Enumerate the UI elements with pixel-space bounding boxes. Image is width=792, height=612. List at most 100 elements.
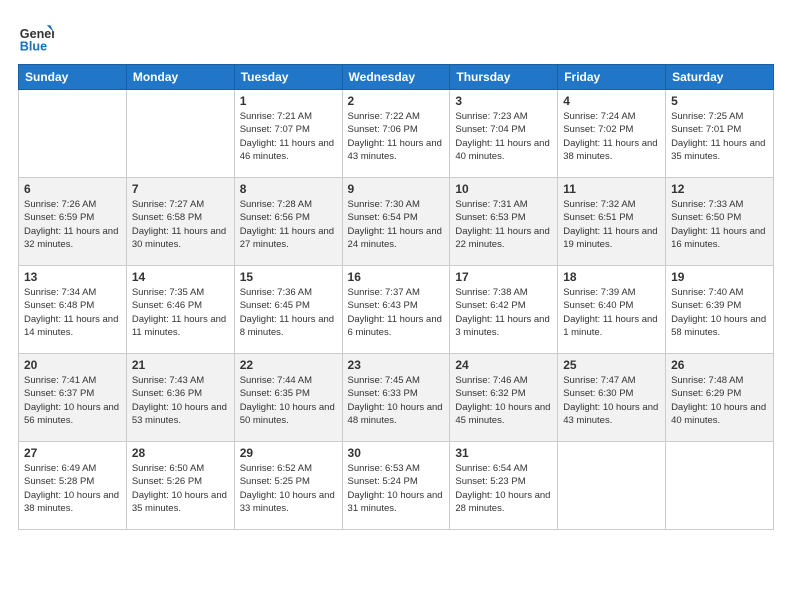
week-row-4: 20 Sunrise: 7:41 AM Sunset: 6:37 PM Dayli… [19, 354, 774, 442]
day-number: 10 [455, 182, 552, 196]
day-number: 6 [24, 182, 121, 196]
calendar-cell: 27Sunrise: 6:49 AM Sunset: 5:28 PM Dayli… [19, 442, 127, 530]
day-header-saturday: Saturday [666, 65, 774, 90]
week-row-2: 6Sunrise: 7:26 AM Sunset: 6:59 PM Daylig… [19, 178, 774, 266]
day-info: Sunrise: 7:27 AM Sunset: 6:58 PM Dayligh… [132, 198, 229, 251]
day-info: Sunrise: 6:49 AM Sunset: 5:28 PM Dayligh… [24, 462, 121, 515]
day-info: Sunrise: 7:45 AM Sunset: 6:33 PM Dayligh… [348, 374, 445, 427]
calendar-cell: 30 Sunrise: 6:53 AM Sunset: 5:24 PM Dayli… [342, 442, 450, 530]
day-number: 14 [132, 270, 229, 284]
day-number: 28 [132, 446, 229, 460]
page: General Blue SundayMondayTuesdayWednesda… [0, 0, 792, 612]
calendar-cell: 24 Sunrise: 7:46 AM Sunset: 6:32 PM Dayli… [450, 354, 558, 442]
day-number: 20 [24, 358, 121, 372]
calendar-cell: 26 Sunrise: 7:48 AM Sunset: 6:29 PM Dayli… [666, 354, 774, 442]
day-number: 31 [455, 446, 552, 460]
day-number: 26 [671, 358, 768, 372]
calendar-cell: 22Sunrise: 7:44 AM Sunset: 6:35 PM Dayli… [234, 354, 342, 442]
day-number: 16 [348, 270, 445, 284]
day-info: Sunrise: 7:41 AM Sunset: 6:37 PM Dayligh… [24, 374, 121, 427]
header: General Blue [18, 18, 774, 54]
day-info: Sunrise: 7:47 AM Sunset: 6:30 PM Dayligh… [563, 374, 660, 427]
day-number: 8 [240, 182, 337, 196]
calendar-cell: 17 Sunrise: 7:38 AM Sunset: 6:42 PM Dayli… [450, 266, 558, 354]
day-number: 19 [671, 270, 768, 284]
day-info: Sunrise: 7:48 AM Sunset: 6:29 PM Dayligh… [671, 374, 768, 427]
logo: General Blue [18, 18, 58, 54]
day-info: Sunrise: 7:39 AM Sunset: 6:40 PM Dayligh… [563, 286, 660, 339]
day-header-sunday: Sunday [19, 65, 127, 90]
calendar-cell: 29 Sunrise: 6:52 AM Sunset: 5:25 PM Dayli… [234, 442, 342, 530]
day-header-monday: Monday [126, 65, 234, 90]
day-info: Sunrise: 6:53 AM Sunset: 5:24 PM Dayligh… [348, 462, 445, 515]
day-info: Sunrise: 7:31 AM Sunset: 6:53 PM Dayligh… [455, 198, 552, 251]
day-number: 21 [132, 358, 229, 372]
day-info: Sunrise: 7:46 AM Sunset: 6:32 PM Dayligh… [455, 374, 552, 427]
day-number: 2 [348, 94, 445, 108]
day-info: Sunrise: 6:52 AM Sunset: 5:25 PM Dayligh… [240, 462, 337, 515]
calendar-cell: 5 Sunrise: 7:25 AM Sunset: 7:01 PM Daylig… [666, 90, 774, 178]
day-info: Sunrise: 7:25 AM Sunset: 7:01 PM Dayligh… [671, 110, 768, 163]
calendar-cell [19, 90, 127, 178]
day-info: Sunrise: 7:34 AM Sunset: 6:48 PM Dayligh… [24, 286, 121, 339]
day-info: Sunrise: 7:37 AM Sunset: 6:43 PM Dayligh… [348, 286, 445, 339]
day-header-tuesday: Tuesday [234, 65, 342, 90]
calendar-cell: 8Sunrise: 7:28 AM Sunset: 6:56 PM Daylig… [234, 178, 342, 266]
day-number: 17 [455, 270, 552, 284]
day-info: Sunrise: 6:50 AM Sunset: 5:26 PM Dayligh… [132, 462, 229, 515]
day-header-wednesday: Wednesday [342, 65, 450, 90]
day-number: 30 [348, 446, 445, 460]
day-number: 3 [455, 94, 552, 108]
day-info: Sunrise: 7:38 AM Sunset: 6:42 PM Dayligh… [455, 286, 552, 339]
day-info: Sunrise: 7:23 AM Sunset: 7:04 PM Dayligh… [455, 110, 552, 163]
day-number: 11 [563, 182, 660, 196]
calendar-cell: 21Sunrise: 7:43 AM Sunset: 6:36 PM Dayli… [126, 354, 234, 442]
day-number: 9 [348, 182, 445, 196]
day-number: 29 [240, 446, 337, 460]
day-header-friday: Friday [558, 65, 666, 90]
week-row-3: 13Sunrise: 7:34 AM Sunset: 6:48 PM Dayli… [19, 266, 774, 354]
day-info: Sunrise: 7:44 AM Sunset: 6:35 PM Dayligh… [240, 374, 337, 427]
day-info: Sunrise: 7:32 AM Sunset: 6:51 PM Dayligh… [563, 198, 660, 251]
calendar-cell [666, 442, 774, 530]
day-info: Sunrise: 7:30 AM Sunset: 6:54 PM Dayligh… [348, 198, 445, 251]
calendar-cell [558, 442, 666, 530]
calendar-cell: 16 Sunrise: 7:37 AM Sunset: 6:43 PM Dayli… [342, 266, 450, 354]
day-info: Sunrise: 7:40 AM Sunset: 6:39 PM Dayligh… [671, 286, 768, 339]
calendar-cell: 31 Sunrise: 6:54 AM Sunset: 5:23 PM Dayli… [450, 442, 558, 530]
week-row-1: 1Sunrise: 7:21 AM Sunset: 7:07 PM Daylig… [19, 90, 774, 178]
day-number: 4 [563, 94, 660, 108]
day-number: 15 [240, 270, 337, 284]
header-row: SundayMondayTuesdayWednesdayThursdayFrid… [19, 65, 774, 90]
calendar-cell: 1Sunrise: 7:21 AM Sunset: 7:07 PM Daylig… [234, 90, 342, 178]
svg-text:Blue: Blue [20, 39, 47, 53]
calendar-cell: 25 Sunrise: 7:47 AM Sunset: 6:30 PM Dayli… [558, 354, 666, 442]
day-info: Sunrise: 7:24 AM Sunset: 7:02 PM Dayligh… [563, 110, 660, 163]
calendar-cell: 9 Sunrise: 7:30 AM Sunset: 6:54 PM Daylig… [342, 178, 450, 266]
calendar-cell: 3 Sunrise: 7:23 AM Sunset: 7:04 PM Daylig… [450, 90, 558, 178]
day-info: Sunrise: 7:36 AM Sunset: 6:45 PM Dayligh… [240, 286, 337, 339]
day-info: Sunrise: 7:33 AM Sunset: 6:50 PM Dayligh… [671, 198, 768, 251]
calendar-cell: 18 Sunrise: 7:39 AM Sunset: 6:40 PM Dayli… [558, 266, 666, 354]
calendar-cell: 13Sunrise: 7:34 AM Sunset: 6:48 PM Dayli… [19, 266, 127, 354]
day-number: 1 [240, 94, 337, 108]
day-number: 12 [671, 182, 768, 196]
calendar-cell: 19 Sunrise: 7:40 AM Sunset: 6:39 PM Dayli… [666, 266, 774, 354]
calendar-cell: 11 Sunrise: 7:32 AM Sunset: 6:51 PM Dayli… [558, 178, 666, 266]
day-number: 25 [563, 358, 660, 372]
day-info: Sunrise: 6:54 AM Sunset: 5:23 PM Dayligh… [455, 462, 552, 515]
logo-icon: General Blue [18, 18, 54, 54]
day-number: 5 [671, 94, 768, 108]
day-number: 7 [132, 182, 229, 196]
calendar-cell: 23 Sunrise: 7:45 AM Sunset: 6:33 PM Dayli… [342, 354, 450, 442]
calendar-cell: 10 Sunrise: 7:31 AM Sunset: 6:53 PM Dayli… [450, 178, 558, 266]
day-info: Sunrise: 7:35 AM Sunset: 6:46 PM Dayligh… [132, 286, 229, 339]
calendar-table: SundayMondayTuesdayWednesdayThursdayFrid… [18, 64, 774, 530]
day-number: 23 [348, 358, 445, 372]
week-row-5: 27Sunrise: 6:49 AM Sunset: 5:28 PM Dayli… [19, 442, 774, 530]
calendar-cell: 20 Sunrise: 7:41 AM Sunset: 6:37 PM Dayli… [19, 354, 127, 442]
day-number: 18 [563, 270, 660, 284]
day-number: 24 [455, 358, 552, 372]
calendar-cell: 12 Sunrise: 7:33 AM Sunset: 6:50 PM Dayli… [666, 178, 774, 266]
calendar-cell: 14 Sunrise: 7:35 AM Sunset: 6:46 PM Dayli… [126, 266, 234, 354]
